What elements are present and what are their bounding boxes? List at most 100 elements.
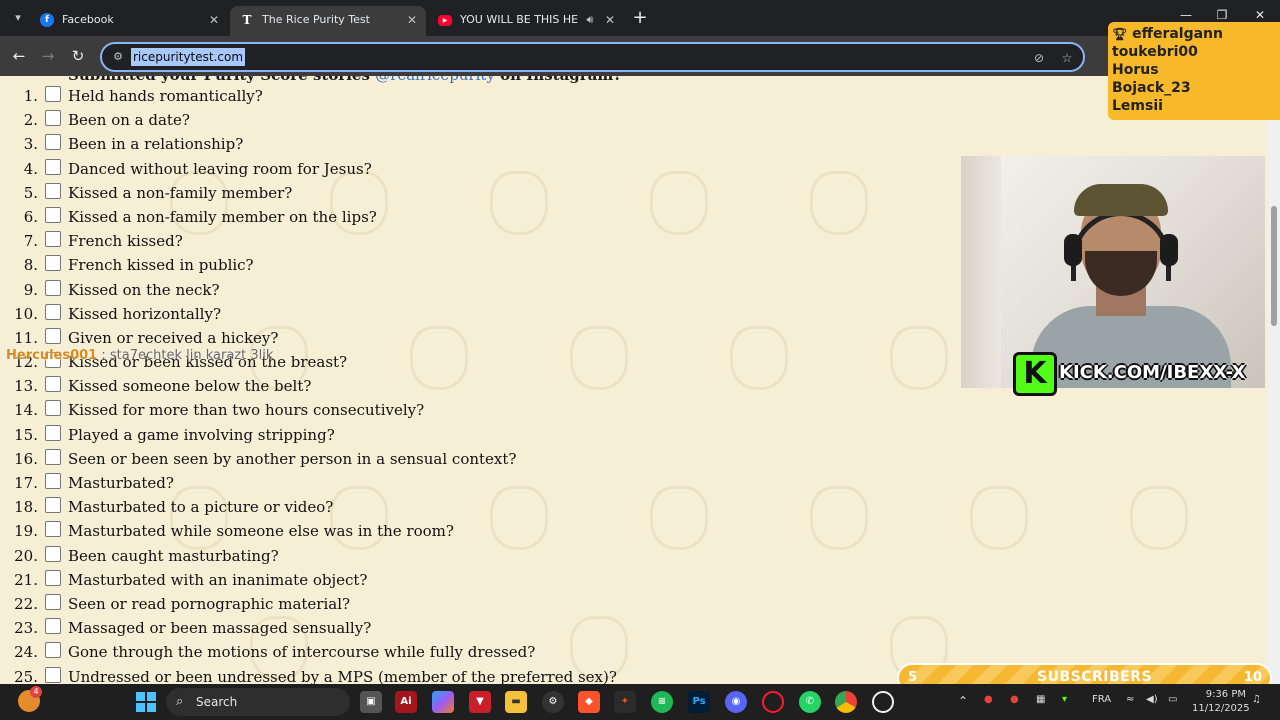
copilot-icon[interactable] [432,691,454,713]
question-item: 7. French kissed? [0,229,700,253]
photoshop-icon[interactable]: Ps [688,691,710,713]
question-text: French kissed? [68,232,183,251]
question-item: 14. Kissed for more than two hours consec… [0,398,700,422]
question-checkbox[interactable] [45,545,61,562]
obs-icon[interactable] [872,691,894,713]
url-text[interactable]: ricepuritytest.com [131,48,246,66]
top-sub-name: Lemsii [1112,98,1163,114]
spotify-icon[interactable]: ≋ [651,691,673,713]
bookmark-star-icon[interactable]: ☆ [1058,49,1076,67]
previous-question-text: Submitted your Purity Score stories [68,76,375,84]
question-checkbox[interactable] [45,593,61,610]
address-bar[interactable]: ⚙ ricepuritytest.com ⊘ ☆ [100,42,1085,72]
battery-icon[interactable]: ▭ [1168,694,1177,705]
file-explorer-icon[interactable]: ▬ [505,691,527,713]
opera-gx-icon[interactable] [762,691,784,713]
chrome-icon[interactable] [835,691,857,713]
question-text: Held hands romantically? [68,87,263,105]
question-text: Undressed or been undressed by a MPS (me… [68,667,617,685]
question-checkbox[interactable] [45,448,61,465]
page-scrollbar[interactable] [1268,76,1280,684]
close-tab-icon[interactable]: ✕ [206,12,222,28]
tray-app-icon[interactable]: ▦ [1036,694,1045,705]
question-text: Been caught masturbating? [68,546,279,565]
kick-logo-icon: K [1013,352,1057,396]
settings-gear-icon[interactable]: ⚙ [542,691,564,713]
question-checkbox[interactable] [45,255,61,272]
tray-app-icon[interactable]: ● [984,694,993,705]
volume-icon[interactable]: ◀) [1146,694,1158,705]
new-tab-button[interactable]: + [630,8,650,28]
tab-facebook[interactable]: f Facebook ✕ [30,6,228,36]
question-text: Gone through the motions of intercourse … [68,643,536,662]
forward-arrow-icon[interactable]: → [37,45,59,67]
headset-earcup [1160,234,1178,266]
site-info-icon[interactable]: ⚙ [110,49,126,65]
question-item: 9. Kissed on the neck? [0,278,700,302]
back-arrow-icon[interactable]: ← [8,45,30,67]
chevron-up-icon[interactable]: ⌃ [958,694,968,708]
close-tab-icon[interactable]: ✕ [602,12,618,28]
question-number: 17. [14,474,38,492]
mcafee-icon[interactable]: ▼ [469,691,491,713]
task-view-icon[interactable]: ▣ [360,691,382,713]
question-number: 9. [23,280,38,299]
close-tab-icon[interactable]: ✕ [404,12,420,28]
subscriber-goal-current: 5 [908,670,918,685]
question-checkbox[interactable] [45,569,61,586]
tray-app-icon[interactable]: ▾ [1062,694,1067,705]
language-indicator[interactable]: FRA [1092,694,1111,705]
figma-icon[interactable]: ✦ [614,691,636,713]
tab-search-chevron-icon[interactable]: ▾ [8,8,28,28]
question-checkbox[interactable] [45,206,61,223]
question-number: 10. [14,304,38,323]
question-checkbox[interactable] [45,473,61,489]
question-checkbox[interactable] [45,376,61,393]
system-clock[interactable]: 9:36 PM 11/12/2025 [1192,688,1250,716]
reload-icon[interactable]: ↻ [67,45,89,67]
question-checkbox[interactable] [45,134,61,151]
start-button[interactable] [136,692,156,712]
illustrator-icon[interactable]: Ai [395,691,417,713]
brave-icon[interactable]: ◆ [578,691,600,713]
question-number: 19. [14,522,38,541]
question-checkbox[interactable] [45,400,61,417]
question-checkbox[interactable] [45,618,61,635]
question-text: Kissed a non-family member on the lips? [68,207,377,226]
question-checkbox[interactable] [45,158,61,175]
question-checkbox[interactable] [45,303,61,320]
question-checkbox[interactable] [45,521,61,538]
tab-rice-purity[interactable]: T The Rice Purity Test ✕ [230,6,426,36]
question-item: 2. Been on a date? [0,108,700,132]
eye-off-icon[interactable]: ⊘ [1030,49,1048,67]
scrollbar-thumb[interactable] [1271,206,1277,326]
question-checkbox[interactable] [45,327,61,344]
question-checkbox[interactable] [45,86,61,102]
question-checkbox[interactable] [45,666,61,683]
trophy-icon: 🏆︎ [1112,27,1128,41]
discord-icon[interactable]: ◉ [725,691,747,713]
question-checkbox[interactable] [45,231,61,248]
question-text: Kissed horizontally? [68,304,221,323]
question-checkbox[interactable] [45,424,61,441]
subscriber-goal-label: SUBSCRIBERS [1037,669,1153,685]
question-item: 25. Undressed or been undressed by a MPS … [0,665,700,685]
question-checkbox[interactable] [45,642,61,659]
question-checkbox[interactable] [45,182,61,199]
taskbar-search[interactable]: ⌕ Search [166,688,350,716]
wifi-icon[interactable]: ≈ [1126,694,1134,705]
whatsapp-icon[interactable]: ✆ [799,691,821,713]
tab-youtube[interactable]: ▶ YOU WILL BE THIS HERO | C 🔊︎ ✕ [428,6,624,36]
question-item: 16. Seen or been seen by another person i… [0,447,700,471]
speaker-icon[interactable]: 🔊︎ [582,12,598,28]
question-checkbox[interactable] [45,110,61,127]
instagram-handle-link[interactable]: @realricepurity [375,76,495,84]
tray-app-icon[interactable]: ● [1010,694,1019,705]
question-item: 10. Kissed horizontally? [0,302,700,326]
owl-watermark [810,486,868,550]
question-text: Seen or been seen by another person in a… [68,449,517,468]
question-checkbox[interactable] [45,497,61,514]
question-item: 5. Kissed a non-family member? [0,181,700,205]
notification-bell-icon[interactable]: ♫ [1252,694,1261,705]
question-checkbox[interactable] [45,279,61,296]
